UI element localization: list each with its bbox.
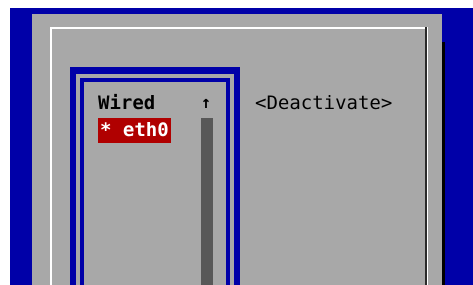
terminal-screen: Wired ↑ * eth0 <Deactivate> — [0, 0, 473, 285]
list-scrollbar[interactable] — [201, 118, 213, 285]
screen-top-border — [0, 0, 473, 8]
list-item-eth0[interactable]: * eth0 — [98, 118, 171, 143]
list-group-header-wired: Wired — [98, 92, 156, 114]
dialog-frame-shade — [425, 27, 427, 285]
screen-left-border — [0, 8, 10, 285]
deactivate-button[interactable]: <Deactivate> — [255, 92, 392, 114]
scroll-up-arrow-icon[interactable]: ↑ — [199, 92, 213, 114]
